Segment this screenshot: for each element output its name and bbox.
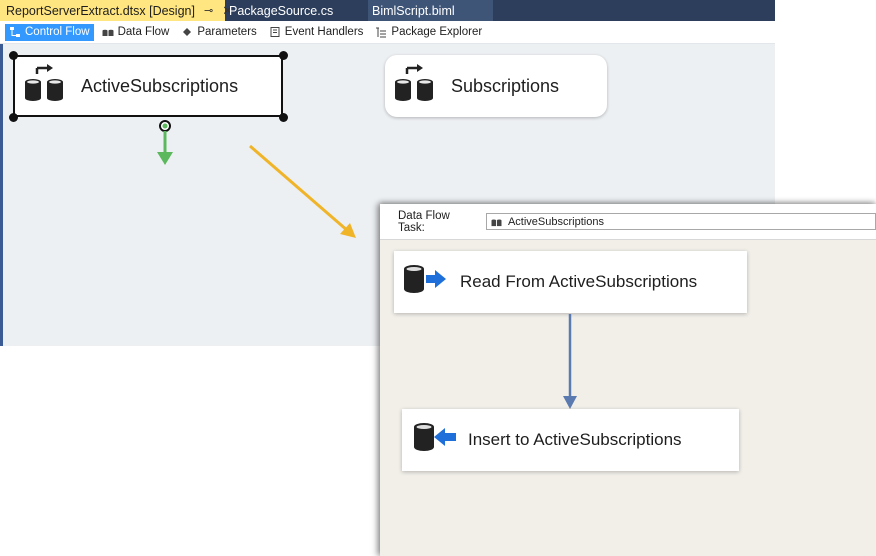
task-label: ActiveSubscriptions	[81, 75, 239, 96]
task-subscriptions[interactable]: Subscriptions	[385, 55, 607, 117]
control-flow-icon	[9, 26, 21, 38]
destination-icon	[410, 420, 458, 461]
document-tab-strip: ReportServerExtract.dtsx [Design] ⊸ ✕ Pa…	[0, 0, 775, 21]
tab-label: PackageSource.cs	[229, 3, 334, 18]
data-flow-task-icon	[393, 63, 441, 109]
task-label: Subscriptions	[451, 75, 560, 96]
event-handlers-icon	[269, 26, 281, 38]
selection-handle[interactable]	[279, 51, 288, 60]
data-flow-icon	[491, 217, 502, 227]
precedence-constraint-arrow[interactable]	[150, 118, 180, 168]
data-path-arrow[interactable]	[562, 314, 578, 410]
tab-label: Control Flow	[25, 26, 90, 38]
data-flow-icon	[102, 26, 114, 38]
tab-parameters[interactable]: Parameters	[177, 24, 260, 41]
canvas-border	[0, 44, 3, 346]
tab-event-handlers[interactable]: Event Handlers	[265, 24, 368, 41]
component-insert-to-active-subscriptions[interactable]: Insert to ActiveSubscriptions	[402, 409, 739, 471]
tab-biml-script[interactable]: BimlScript.biml	[368, 0, 493, 21]
parameters-icon	[181, 26, 193, 38]
tab-report-server-extract[interactable]: ReportServerExtract.dtsx [Design] ⊸ ✕	[0, 0, 233, 21]
tab-data-flow[interactable]: Data Flow	[98, 24, 174, 41]
tab-label: ReportServerExtract.dtsx [Design]	[6, 3, 195, 18]
data-flow-task-dropdown[interactable]: ActiveSubscriptions	[485, 213, 876, 230]
data-flow-task-icon	[23, 63, 71, 109]
callout-arrow	[249, 144, 356, 238]
designer-tab-bar: Control Flow Data Flow Parameters Event …	[0, 21, 775, 44]
data-flow-panel[interactable]: Data Flow Task: ActiveSubscriptions Read…	[380, 204, 876, 556]
tab-label: Event Handlers	[284, 26, 364, 38]
tab-label: Data Flow	[117, 26, 170, 38]
tab-label: Parameters	[197, 26, 257, 38]
tab-label: BimlScript.biml	[372, 3, 455, 18]
pin-icon[interactable]: ⊸	[204, 4, 213, 17]
component-read-from-active-subscriptions[interactable]: Read From ActiveSubscriptions	[394, 251, 747, 313]
selection-handle[interactable]	[279, 113, 288, 122]
component-label: Insert to ActiveSubscriptions	[468, 430, 682, 449]
source-icon	[402, 262, 450, 303]
task-active-subscriptions[interactable]: ActiveSubscriptions	[13, 55, 283, 117]
tab-package-source[interactable]: PackageSource.cs	[225, 0, 368, 21]
data-flow-header: Data Flow Task: ActiveSubscriptions	[380, 204, 876, 240]
tab-label: Package Explorer	[391, 26, 483, 38]
selection-handle[interactable]	[9, 113, 18, 122]
tab-control-flow[interactable]: Control Flow	[5, 23, 94, 41]
tab-package-explorer[interactable]: Package Explorer	[371, 24, 486, 41]
data-flow-task-label: Data Flow Task:	[398, 209, 450, 234]
component-label: Read From ActiveSubscriptions	[460, 272, 698, 291]
selection-handle[interactable]	[9, 51, 18, 60]
package-explorer-icon	[375, 26, 387, 38]
selected-task-value: ActiveSubscriptions	[507, 215, 604, 228]
